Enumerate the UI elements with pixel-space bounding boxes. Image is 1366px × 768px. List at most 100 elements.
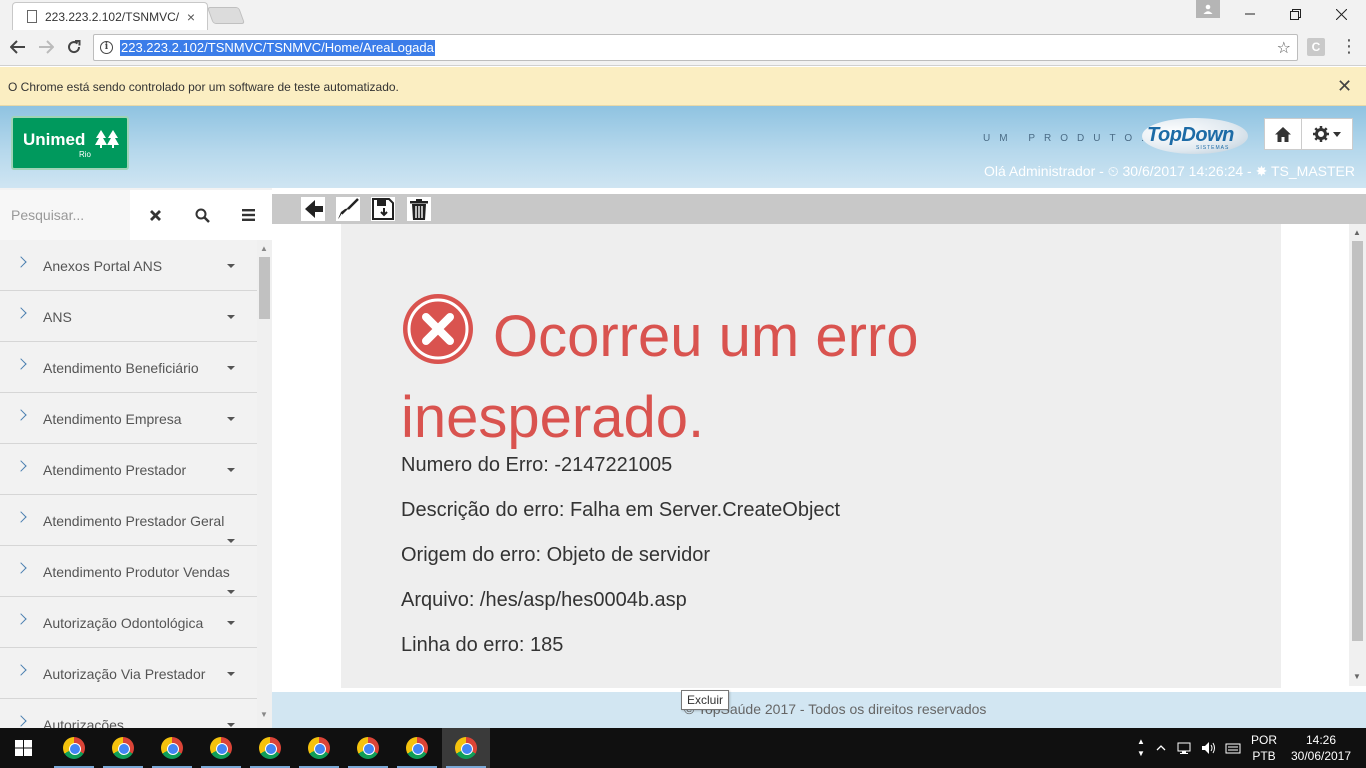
taskbar-chrome-3[interactable] [148,728,196,768]
menu-toggle-button[interactable] [233,202,263,228]
caret-down-icon [227,264,235,268]
profile-icon[interactable] [1196,0,1220,18]
tab-close-icon[interactable]: × [183,9,199,25]
error-line: Linha do erro: 185 [401,634,564,656]
address-bar[interactable]: i 223.223.2.102/TSNMVC/TSNMVC/Home/AreaL… [93,34,1298,61]
taskbar-chrome-7[interactable] [344,728,392,768]
taskbar-chrome-8[interactable] [393,728,441,768]
chrome-icon [455,737,477,759]
new-tab-button[interactable] [206,7,246,24]
sidebar: Anexos Portal ANS ANS Atendimento Benefi… [0,188,272,728]
browser-toolbar: i 223.223.2.102/TSNMVC/TSNMVC/Home/AreaL… [0,30,1366,66]
scroll-up-icon[interactable]: ▲ [1353,228,1361,237]
sidebar-search-input[interactable] [0,190,130,240]
info-icon[interactable]: i [100,41,113,54]
taskbar-chrome-1[interactable] [50,728,98,768]
chrome-menu-icon[interactable]: ⋮ [1340,36,1358,57]
save-action-button[interactable] [370,196,396,222]
sidebar-item-label: Atendimento Prestador Geral [43,513,225,529]
scroll-down-icon[interactable]: ▼ [1137,748,1145,760]
sidebar-item-atendimento-beneficiario[interactable]: Atendimento Beneficiário [0,342,257,393]
keyboard-icon[interactable] [1223,728,1243,768]
back-action-button[interactable] [300,196,326,222]
forward-button[interactable] [33,34,59,60]
page-icon [27,10,37,23]
infobar-message: O Chrome está sendo controlado por um so… [8,80,399,94]
sidebar-item-autorizacao-via-prestador[interactable]: Autorização Via Prestador [0,648,257,699]
scroll-down-icon[interactable]: ▼ [260,710,268,719]
sidebar-item-atendimento-prestador-geral[interactable]: Atendimento Prestador Geral [0,495,257,546]
language-code: POR [1250,733,1277,747]
windows-start-icon[interactable] [15,740,32,756]
unimed-logo[interactable]: Unimed Rio [11,116,129,170]
chrome-icon [308,737,330,759]
clock[interactable]: 14:26 30/06/2017 [1287,732,1355,764]
content-scrollbar[interactable]: ▲ ▼ [1349,224,1366,686]
error-title: Ocorreu um erro inesperado. [401,304,919,450]
restore-button[interactable] [1272,0,1318,28]
bookmark-star-icon[interactable]: ☆ [1277,38,1291,58]
show-hidden-icons-button[interactable] [1153,728,1169,768]
topdown-logo-subtitle: SISTEMAS [1196,145,1230,151]
extension-icon[interactable]: C [1307,38,1325,56]
clear-action-button[interactable] [335,196,361,222]
gear-icon [1313,126,1329,142]
chrome-icon [210,737,232,759]
caret-down-icon [227,417,235,421]
sidebar-item-anexos-portal-ans[interactable]: Anexos Portal ANS [0,240,257,291]
content-scroll-thumb[interactable] [1352,241,1363,641]
scroll-down-icon[interactable]: ▼ [1353,672,1361,681]
error-number: Numero do Erro: -2147221005 [401,454,673,476]
network-icon[interactable] [1175,728,1195,768]
caret-down-icon [227,621,235,625]
close-window-button[interactable] [1318,0,1364,28]
caret-down-icon [227,723,235,727]
url-text[interactable]: 223.223.2.102/TSNMVC/TSNMVC/Home/AreaLog… [120,40,435,56]
chrome-icon [357,737,379,759]
scroll-up-icon[interactable]: ▲ [1137,736,1145,748]
caret-down-icon [227,366,235,370]
arrow-left-icon [301,197,325,221]
settings-dropdown-button[interactable] [1301,118,1353,150]
search-icon [195,208,210,223]
sidebar-item-atendimento-prestador[interactable]: Atendimento Prestador [0,444,257,495]
search-button[interactable] [187,202,217,228]
home-button[interactable] [1264,118,1302,150]
caret-down-icon [227,590,235,594]
chevron-right-icon [15,358,27,370]
volume-icon[interactable] [1199,728,1219,768]
taskbar-scroll-buttons[interactable]: ▲ ▼ [1133,728,1149,768]
action-toolbar [272,194,1366,224]
caret-down-icon [1333,131,1341,137]
sidebar-scrollbar[interactable]: ▲ ▼ [257,240,272,728]
sidebar-item-ans[interactable]: ANS [0,291,257,342]
sidebar-item-label: Atendimento Produtor Vendas [43,564,230,580]
scroll-up-icon[interactable]: ▲ [260,244,268,253]
error-origin: Origem do erro: Objeto de servidor [401,544,711,566]
tooltip: Excluir [681,690,730,710]
sidebar-item-label: Atendimento Prestador [43,462,187,478]
windows-taskbar: ▲ ▼ POR PTB 14:26 30/06/2017 [0,728,1366,768]
taskbar-chrome-4[interactable] [197,728,245,768]
infobar-close-icon[interactable]: ✕ [1337,76,1352,97]
sidebar-scroll-thumb[interactable] [259,257,270,319]
taskbar-chrome-2[interactable] [99,728,147,768]
sidebar-item-autorizacoes[interactable]: Autorizações [0,699,257,728]
chevron-right-icon [15,256,27,268]
sidebar-item-autorizacao-odontologica[interactable]: Autorização Odontológica [0,597,257,648]
taskbar-chrome-active[interactable] [442,728,490,768]
minimize-button[interactable] [1227,0,1273,28]
browser-tab[interactable]: 223.223.2.102/TSNMVC/ × [12,2,208,30]
reload-button[interactable] [61,34,87,60]
sidebar-item-label: ANS [43,309,72,325]
clear-search-button[interactable] [140,202,170,228]
sidebar-item-atendimento-produtor-vendas[interactable]: Atendimento Produtor Vendas [0,546,257,597]
taskbar-chrome-6[interactable] [295,728,343,768]
taskbar-chrome-5[interactable] [246,728,294,768]
sidebar-item-label: Autorização Via Prestador [43,666,206,682]
back-button[interactable] [5,34,31,60]
sidebar-item-atendimento-empresa[interactable]: Atendimento Empresa [0,393,257,444]
chrome-icon [259,737,281,759]
delete-action-button[interactable] [406,196,432,222]
input-language[interactable]: POR PTB [1248,732,1280,764]
